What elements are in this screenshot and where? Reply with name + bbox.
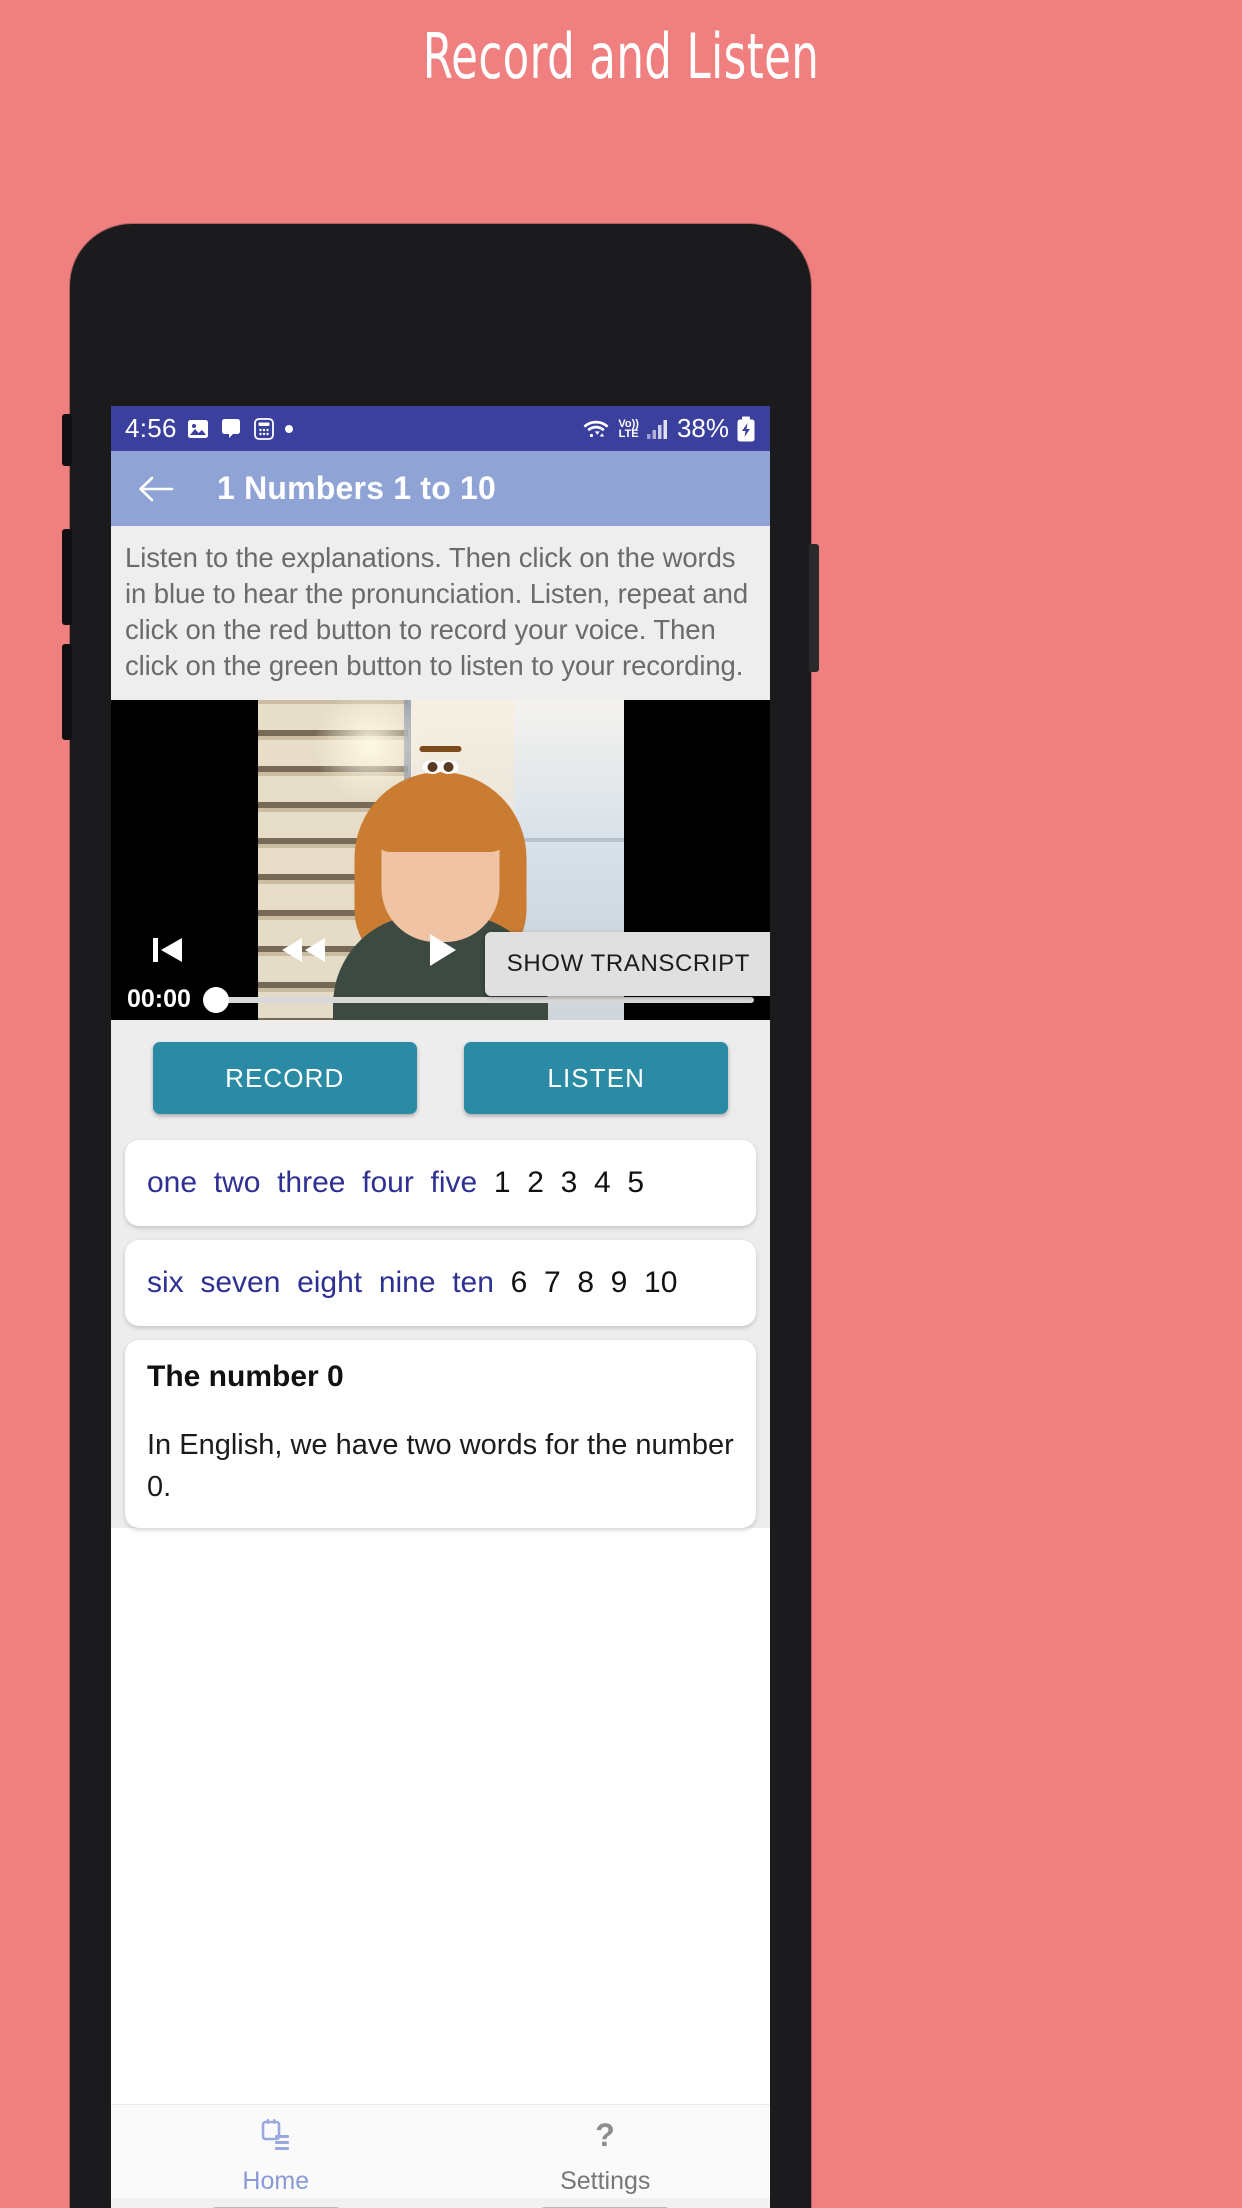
show-transcript-button[interactable]: SHOW TRANSCRIPT — [484, 932, 770, 996]
explanation-card: The number 0 In English, we have two wor… — [125, 1340, 756, 1528]
record-button[interactable]: RECORD — [152, 1042, 417, 1114]
skip-previous-icon[interactable] — [137, 924, 199, 976]
number-chip: 4 — [593, 1166, 611, 1199]
status-bar-left: 4:56 — [125, 413, 581, 444]
word-chip[interactable]: ten — [452, 1266, 494, 1299]
word-card[interactable]: one two three four five 1 2 3 4 5 — [125, 1140, 756, 1226]
phone-screen: 4:56 Vo)) LTE 38% 1 Numbers 1 to 10 List… — [111, 406, 770, 2208]
avatar-brow-right — [433, 746, 462, 752]
number-chip: 10 — [644, 1266, 678, 1299]
bottom-navigation: Home ? Settings — [111, 2104, 770, 2208]
question-mark-icon: ? — [585, 2116, 625, 2161]
number-chip: 3 — [560, 1166, 578, 1199]
image-icon — [186, 417, 210, 441]
video-seek-thumb[interactable] — [202, 986, 229, 1013]
explanation-title: The number 0 — [147, 1360, 344, 1393]
listen-button[interactable]: LISTEN — [464, 1042, 729, 1114]
number-chip: 9 — [610, 1266, 628, 1299]
page-title: 1 Numbers 1 to 10 — [217, 470, 497, 506]
word-chip[interactable]: two — [214, 1166, 261, 1199]
word-chip[interactable]: seven — [200, 1266, 280, 1299]
word-row: six seven eight nine ten 6 7 8 9 10 — [147, 1260, 734, 1306]
word-card[interactable]: six seven eight nine ten 6 7 8 9 10 — [125, 1240, 756, 1326]
calculator-icon — [252, 417, 276, 441]
word-chip[interactable]: five — [431, 1166, 478, 1199]
notes-list-icon — [256, 2116, 296, 2161]
phone-button-power[interactable] — [809, 544, 819, 672]
video-seek-bar[interactable] — [202, 986, 754, 1013]
status-bar-right: Vo)) LTE 38% — [581, 413, 756, 444]
phone-button-volume-down[interactable] — [62, 644, 72, 740]
status-bar: 4:56 Vo)) LTE 38% — [111, 406, 770, 451]
play-icon[interactable] — [410, 924, 472, 976]
word-chip[interactable]: one — [147, 1166, 197, 1199]
volte-line-2: LTE — [618, 427, 639, 440]
svg-text:?: ? — [595, 2117, 615, 2153]
promo-title: Record and Listen — [422, 20, 820, 93]
volte-icon: Vo)) LTE — [618, 417, 639, 440]
number-chip: 2 — [527, 1166, 544, 1199]
app-bar: 1 Numbers 1 to 10 — [111, 451, 770, 526]
rewind-icon[interactable] — [273, 924, 335, 976]
word-chip[interactable]: three — [277, 1166, 345, 1199]
wifi-icon — [581, 417, 611, 441]
word-chip[interactable]: nine — [379, 1266, 436, 1299]
volte-line-1: Vo)) — [618, 417, 639, 430]
action-bar: RECORD LISTEN — [111, 1020, 770, 1140]
battery-percent: 38% — [676, 413, 729, 443]
status-bar-clock: 4:56 — [125, 413, 177, 443]
avatar-eye-right — [438, 760, 459, 774]
gesture-navigation-bar — [111, 2198, 770, 2208]
nav-item-settings[interactable]: ? Settings — [441, 2105, 771, 2208]
nav-label-home: Home — [242, 2166, 310, 2195]
explanation-body: In English, we have two words for the nu… — [147, 1429, 734, 1503]
dot-icon — [284, 424, 293, 433]
phone-frame: 4:56 Vo)) LTE 38% 1 Numbers 1 to 10 List… — [62, 224, 819, 2208]
word-chip[interactable]: six — [147, 1266, 184, 1299]
number-chip: 6 — [510, 1266, 528, 1299]
phone-button-volume-up[interactable] — [62, 529, 72, 625]
phone-button-left-top[interactable] — [62, 414, 72, 466]
nav-item-home[interactable]: Home — [111, 2105, 441, 2208]
word-row: one two three four five 1 2 3 4 5 — [147, 1160, 734, 1206]
number-chip: 1 — [493, 1166, 511, 1199]
word-chip[interactable]: eight — [297, 1266, 362, 1299]
chat-icon — [219, 417, 243, 441]
signal-bars-icon — [646, 418, 670, 440]
word-chip[interactable]: four — [362, 1166, 414, 1199]
nav-label-settings: Settings — [560, 2166, 651, 2195]
number-chip: 5 — [627, 1166, 645, 1199]
lesson-content: one two three four five 1 2 3 4 5 six se… — [111, 1140, 770, 1528]
battery-charging-icon — [736, 416, 756, 442]
number-chip: 8 — [577, 1266, 594, 1299]
video-player[interactable]: 00:00 SHOW TRANSCRIPT — [111, 700, 770, 1020]
back-arrow-icon[interactable] — [133, 466, 179, 512]
number-chip: 7 — [543, 1266, 561, 1299]
video-current-time: 00:00 — [127, 985, 191, 1013]
instructions-panel: Listen to the explanations. Then click o… — [111, 526, 770, 700]
